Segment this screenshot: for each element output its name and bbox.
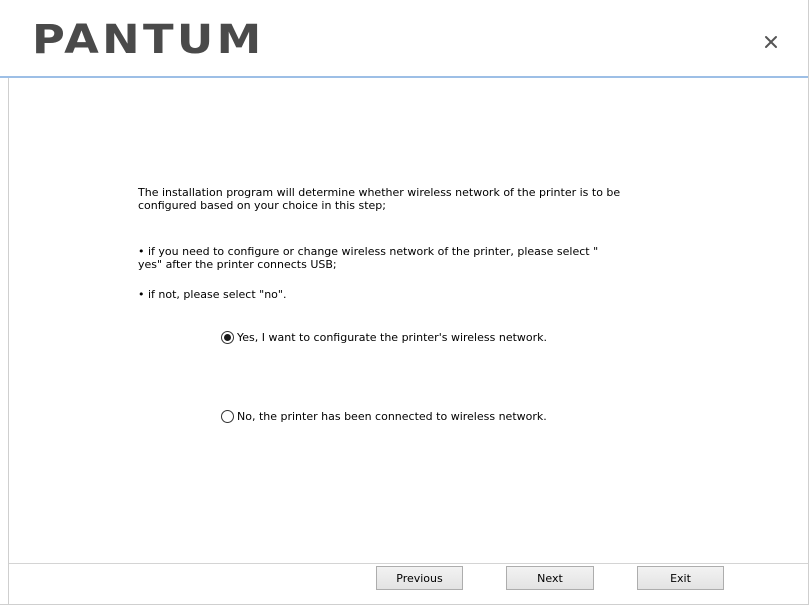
- option-no-label: No, the printer has been connected to wi…: [237, 410, 547, 423]
- exit-button[interactable]: Exit: [637, 566, 724, 590]
- option-no-already-connected[interactable]: No, the printer has been connected to wi…: [221, 410, 547, 423]
- content-area: The installation program will determine …: [0, 78, 808, 563]
- bullet-configure-line1: • if you need to configure or change wir…: [138, 245, 599, 258]
- radio-selected-icon[interactable]: [221, 331, 234, 344]
- close-button[interactable]: [757, 28, 785, 56]
- radio-unselected-icon[interactable]: [221, 410, 234, 423]
- intro-text-line2: configured based on your choice in this …: [138, 199, 386, 212]
- close-icon: [765, 36, 777, 48]
- header: PANTUM: [0, 0, 808, 76]
- previous-button[interactable]: Previous: [376, 566, 463, 590]
- next-button[interactable]: Next: [506, 566, 594, 590]
- installer-window: PANTUM The installation program will det…: [0, 0, 809, 605]
- intro-text-line1: The installation program will determine …: [138, 186, 621, 199]
- footer-divider: [9, 563, 808, 564]
- option-yes-configure[interactable]: Yes, I want to configurate the printer's…: [221, 331, 547, 344]
- bullet-configure-line2: yes" after the printer connects USB;: [138, 258, 337, 271]
- option-yes-label: Yes, I want to configurate the printer's…: [237, 331, 548, 344]
- pantum-logo: PANTUM: [32, 17, 265, 63]
- bullet-not-configure: • if not, please select "no".: [138, 288, 287, 301]
